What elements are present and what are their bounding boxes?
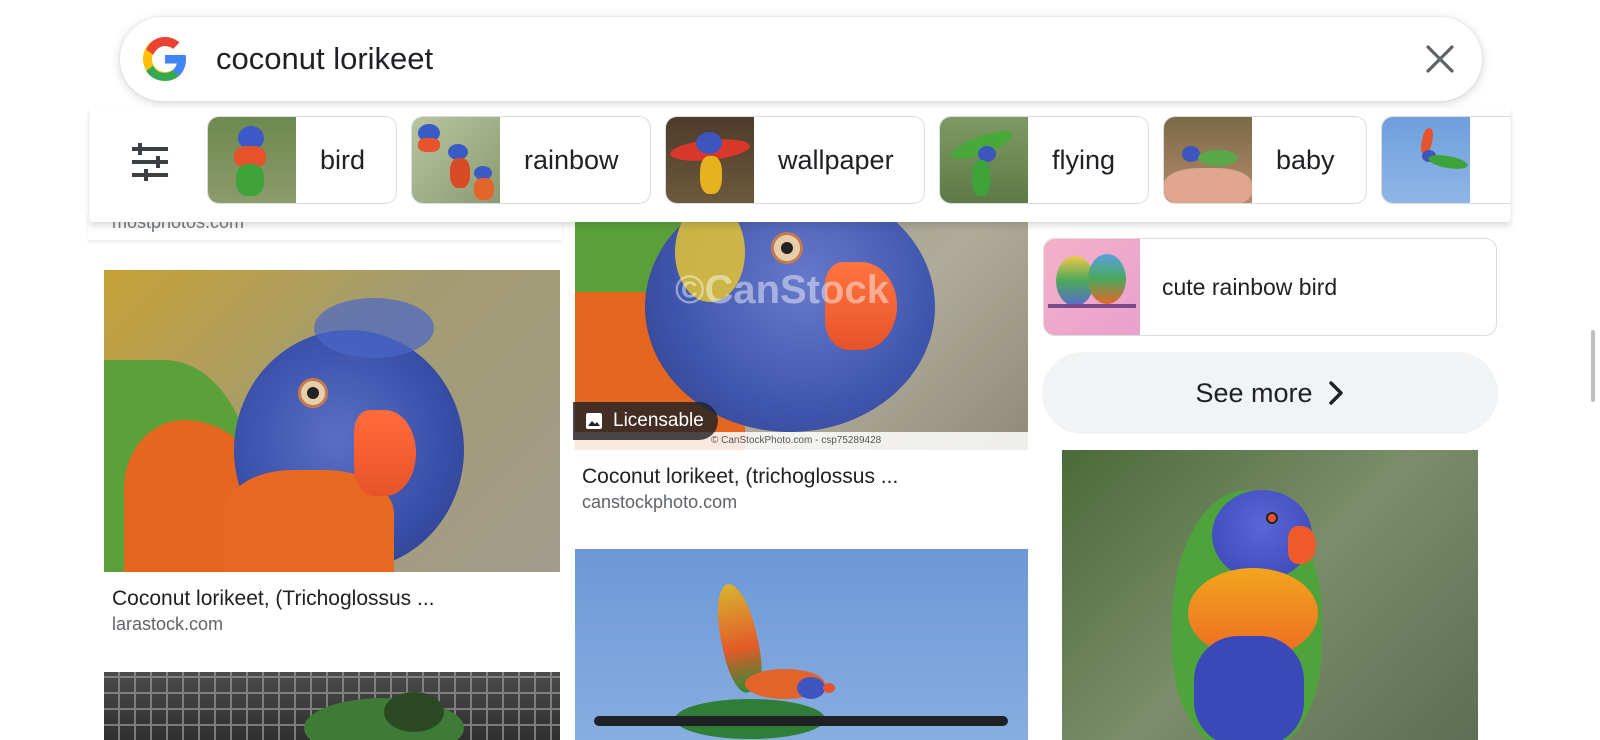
chip-more[interactable] bbox=[1381, 116, 1510, 204]
result-image-lorikeet-perched[interactable] bbox=[1062, 450, 1478, 740]
chip-baby[interactable]: baby bbox=[1163, 116, 1367, 204]
watermark-text: ©CanStock bbox=[675, 268, 889, 312]
related-thumbnail bbox=[1044, 239, 1140, 335]
related-label: cute rainbow bird bbox=[1162, 273, 1338, 300]
tune-icon[interactable] bbox=[128, 140, 172, 184]
chip-thumbnail bbox=[412, 117, 500, 203]
see-more-button[interactable]: See more bbox=[1042, 352, 1498, 434]
result-source: larastock.com bbox=[112, 614, 224, 634]
chip-flying[interactable]: flying bbox=[939, 116, 1149, 204]
chip-thumbnail bbox=[940, 117, 1028, 203]
vertical-scrollbar[interactable] bbox=[1591, 330, 1595, 402]
result-image-lorikeet-flight[interactable] bbox=[575, 549, 1028, 740]
result-image-lorikeet-cage[interactable] bbox=[104, 672, 560, 740]
result-image-lorikeet-closeup[interactable] bbox=[104, 270, 560, 572]
licensable-badge[interactable]: Licensable bbox=[573, 402, 718, 440]
filter-chips-row: bird rainbow wallpaper flying baby bbox=[90, 108, 1510, 222]
close-icon[interactable] bbox=[1420, 39, 1460, 79]
related-search-cute-rainbow-bird[interactable]: cute rainbow bird bbox=[1043, 238, 1497, 336]
result-source: canstockphoto.com bbox=[582, 492, 738, 512]
google-g-icon bbox=[143, 37, 186, 81]
image-icon bbox=[586, 413, 602, 429]
chip-label: flying bbox=[1052, 144, 1116, 175]
search-input[interactable]: coconut lorikeet bbox=[216, 37, 433, 81]
chip-thumbnail bbox=[1382, 117, 1470, 203]
chip-bird[interactable]: bird bbox=[207, 116, 397, 204]
chip-label: wallpaper bbox=[778, 144, 894, 175]
chip-thumbnail bbox=[1164, 117, 1252, 203]
chip-thumbnail bbox=[666, 117, 754, 203]
chevron-right-icon bbox=[1328, 381, 1343, 405]
chip-label: rainbow bbox=[524, 144, 619, 175]
chip-wallpaper[interactable]: wallpaper bbox=[665, 116, 925, 204]
licensable-label: Licensable bbox=[613, 410, 704, 431]
chip-label: baby bbox=[1276, 144, 1335, 175]
result-title[interactable]: Coconut lorikeet, (trichoglossus ... bbox=[582, 465, 898, 489]
chip-rainbow[interactable]: rainbow bbox=[411, 116, 651, 204]
chip-label: bird bbox=[320, 144, 366, 175]
search-bar[interactable]: coconut lorikeet bbox=[120, 17, 1482, 101]
result-title[interactable]: Coconut lorikeet, (Trichoglossus ... bbox=[112, 587, 435, 611]
home-indicator[interactable] bbox=[594, 716, 1008, 726]
chip-thumbnail bbox=[208, 117, 296, 203]
see-more-label: See more bbox=[1195, 377, 1313, 408]
